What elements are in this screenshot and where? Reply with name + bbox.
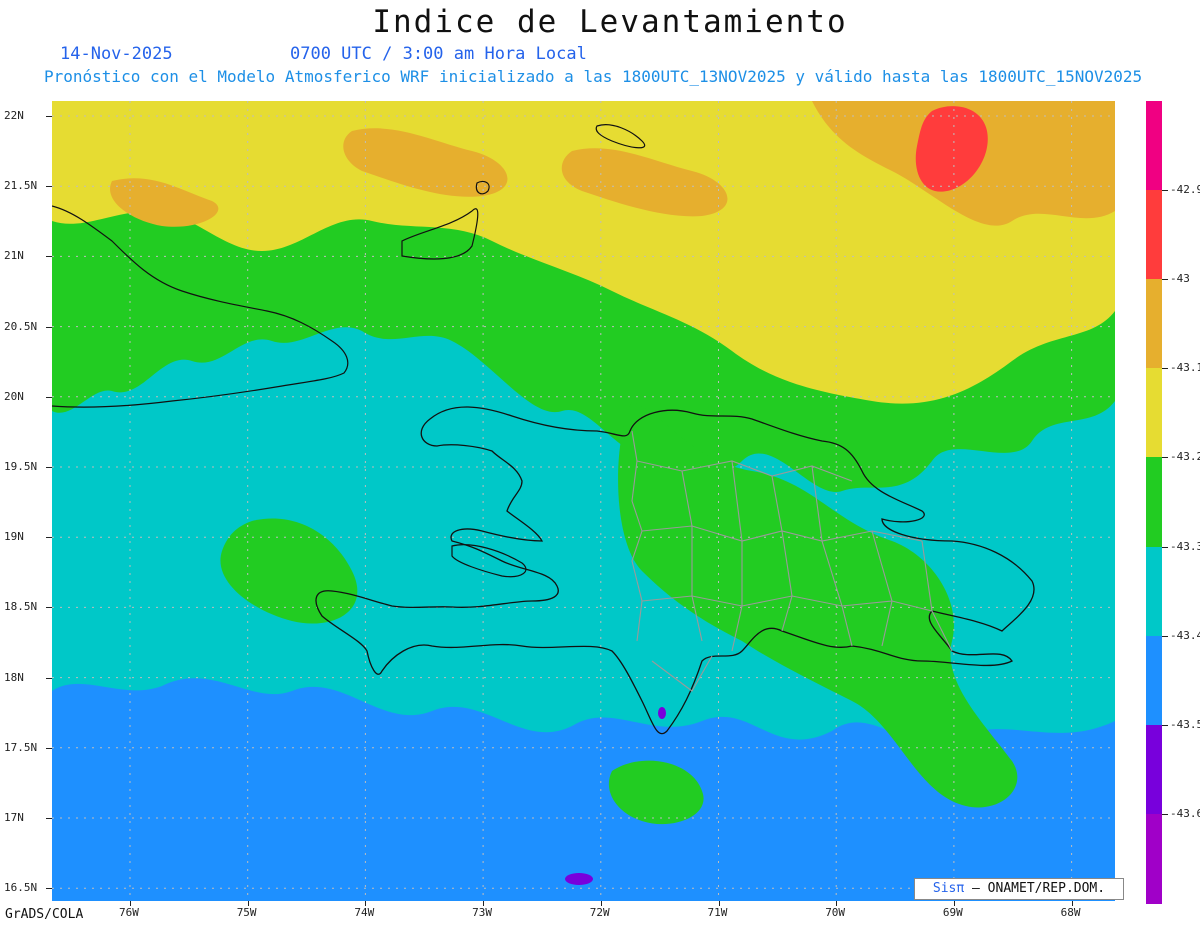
lon-label: 76W (119, 906, 139, 919)
colorbar-segment (1146, 101, 1162, 192)
forecast-time: 0700 UTC / 3:00 am Hora Local (290, 44, 587, 64)
lifted-index-map (52, 101, 1115, 901)
chart-title: Indice de Levantamiento (372, 4, 848, 40)
lat-label: 18.5N (4, 600, 38, 614)
colorbar-segment (1146, 724, 1162, 815)
lat-label: 20.5N (4, 319, 38, 333)
lat-label: 22N (4, 109, 24, 122)
lat-label: 19N (4, 530, 24, 544)
colorbar-tick (1162, 279, 1168, 281)
lon-tick (718, 901, 720, 906)
lon-tick (1071, 901, 1073, 906)
map-svg (52, 101, 1115, 901)
lat-tick (46, 116, 52, 117)
lat-tick (46, 396, 52, 398)
colorbar-segment (1146, 813, 1162, 904)
model-subtitle: Pronóstico con el Modelo Atmosferico WRF… (44, 67, 1143, 86)
colorbar-tick (1162, 635, 1168, 637)
lon-label: 69W (942, 906, 963, 919)
lon-label: 73W (472, 906, 492, 919)
lat-tick (46, 467, 52, 468)
lat-label: 17N (4, 811, 24, 824)
lon-tick (836, 901, 838, 906)
forecast-date: 14-Nov-2025 (60, 44, 173, 64)
lat-tick (46, 326, 52, 328)
credit-box: Sisπ – ONAMET/REP.DOM. (914, 878, 1124, 900)
lon-tick (953, 901, 955, 906)
lon-label: 71W (707, 906, 728, 919)
lon-tick (365, 901, 367, 906)
lon-tick (483, 901, 485, 906)
lat-tick (46, 537, 52, 539)
colorbar-label: -43 (1170, 272, 1190, 286)
lon-label: 70W (825, 906, 846, 919)
lat-label: 16.5N (4, 881, 38, 895)
lat-label: 19.5N (4, 460, 38, 473)
lon-tick (600, 901, 602, 906)
lon-tick (247, 901, 249, 906)
colorbar-tick (1162, 457, 1168, 459)
colorbar-segment (1146, 635, 1162, 726)
colorbar-tick (1162, 368, 1168, 370)
colorbar-label: -43.1 (1170, 361, 1200, 375)
lat-tick (46, 888, 52, 890)
colorbar-tick (1162, 813, 1168, 815)
lon-tick (130, 901, 131, 906)
colorbar-segment (1146, 546, 1162, 637)
colorbar-label: -43.4 (1170, 628, 1200, 642)
lat-tick (46, 607, 52, 609)
colorbar-label: -43.5 (1170, 717, 1200, 731)
lat-label: 21N (4, 249, 24, 263)
lat-tick (46, 747, 52, 749)
credit-text: – ONAMET/REP.DOM. (972, 881, 1106, 896)
colorbar-segment (1146, 368, 1162, 459)
colorbar-tick (1162, 546, 1168, 548)
lat-tick (46, 186, 52, 188)
colorbar-segment (1146, 457, 1162, 548)
colorbar-segment (1146, 190, 1162, 281)
colorbar-label: -43.3 (1170, 539, 1200, 553)
lon-label: 68W (1060, 906, 1081, 919)
colorbar (1146, 101, 1162, 904)
colorbar-tick (1162, 724, 1168, 726)
lat-label: 18N (4, 670, 24, 684)
field-purple-spot (565, 873, 593, 885)
lat-tick (46, 256, 52, 258)
field-purple-spot-2 (658, 707, 666, 719)
lat-label: 17.5N (4, 740, 38, 754)
sispi-logo-text: Sisπ (932, 881, 965, 896)
lat-label: 20N (4, 389, 24, 403)
lat-tick (46, 677, 52, 679)
lat-label: 21.5N (4, 179, 38, 193)
colorbar-label: -43.6 (1170, 806, 1200, 820)
colorbar-tick (1162, 190, 1168, 192)
lon-label: 75W (236, 906, 257, 919)
lon-label: 74W (354, 906, 375, 919)
lon-label: 72W (589, 906, 610, 919)
grads-label: GrADS/COLA (5, 907, 84, 922)
colorbar-segment (1146, 279, 1162, 370)
colorbar-label: -43.2 (1170, 450, 1200, 464)
colorbar-label: -42.9 (1170, 183, 1200, 197)
lat-tick (46, 818, 52, 819)
